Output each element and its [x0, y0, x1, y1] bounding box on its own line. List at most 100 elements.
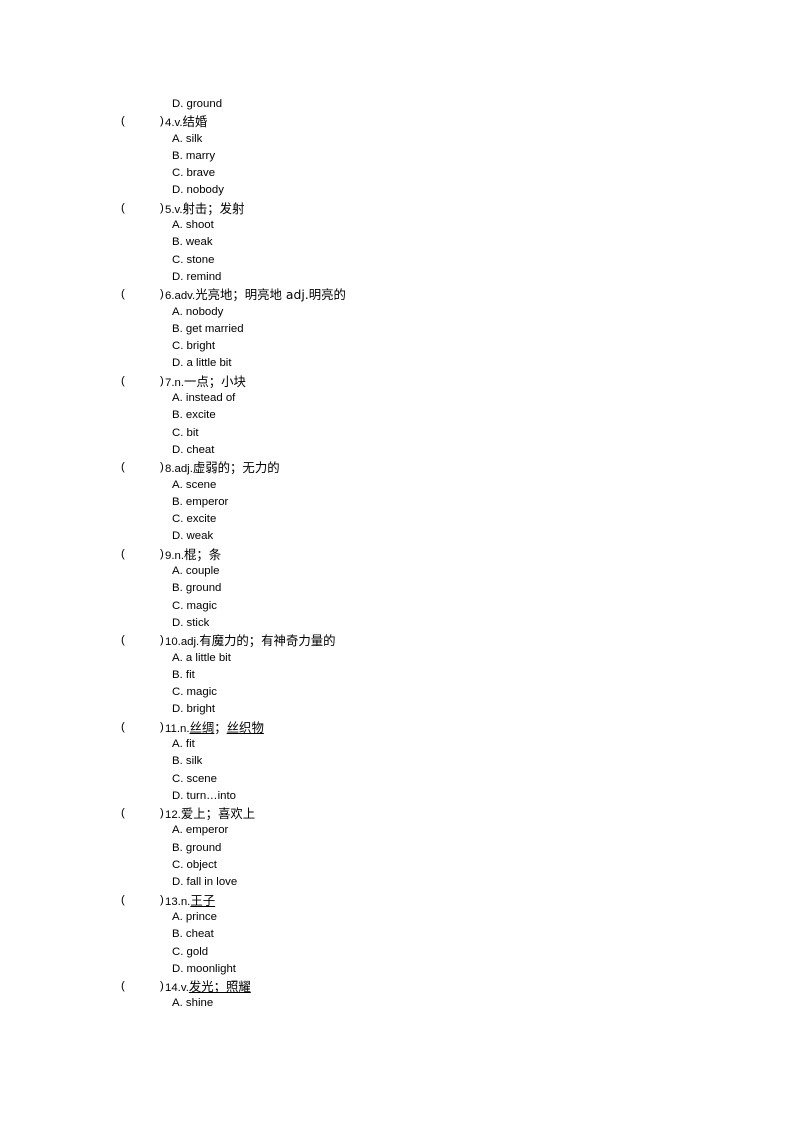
answer-option[interactable]: D. bright	[0, 701, 794, 718]
answer-option[interactable]: A. silk	[0, 131, 794, 148]
question-number: 11.	[165, 722, 180, 735]
chinese-gloss: 有魔力的；有神奇力量的	[199, 633, 336, 649]
answer-option[interactable]: C. stone	[0, 252, 794, 269]
answer-option[interactable]: D. turn…into	[0, 788, 794, 805]
answer-option[interactable]: C. magic	[0, 684, 794, 701]
answer-option[interactable]: B. emperor	[0, 494, 794, 511]
answer-option[interactable]: B. ground	[0, 840, 794, 857]
question-number: 13.	[165, 895, 181, 908]
answer-blank-paren-open[interactable]: (	[121, 200, 125, 217]
question-number: 9.	[165, 549, 175, 562]
answer-blank-paren-close[interactable]: )	[160, 200, 164, 217]
question-stem: () 7.n.一点；小块	[0, 373, 794, 390]
answer-option[interactable]: D. weak	[0, 528, 794, 545]
answer-blank-paren-close[interactable]: )	[160, 286, 164, 303]
option-text: C. gold	[172, 945, 209, 958]
chinese-gloss-underlined: 王子	[190, 892, 216, 908]
answer-blank-paren-open[interactable]: (	[121, 459, 125, 476]
option-text: D. fall in love	[172, 876, 238, 889]
option-text: B. ground	[172, 582, 222, 595]
answer-option[interactable]: B. silk	[0, 753, 794, 770]
answer-option[interactable]: A. couple	[0, 563, 794, 580]
answer-option[interactable]: C. bright	[0, 338, 794, 355]
option-text: D. ground	[172, 98, 223, 110]
answer-option[interactable]: D. stick	[0, 615, 794, 632]
option-text: D. cheat	[172, 443, 215, 456]
chinese-gloss: 棍；条	[184, 546, 222, 562]
answer-blank-paren-close[interactable]: )	[160, 719, 164, 736]
answer-option[interactable]: C. gold	[0, 944, 794, 961]
answer-option[interactable]: A. fit	[0, 736, 794, 753]
question-stem: () 10.adj.有魔力的；有神奇力量的	[0, 632, 794, 649]
answer-option[interactable]: B. fit	[0, 667, 794, 684]
answer-option[interactable]: C. brave	[0, 165, 794, 182]
option-text: A. instead of	[172, 392, 236, 405]
option-text: D. a little bit	[172, 357, 232, 370]
question-number: 8.	[165, 463, 175, 476]
answer-blank-paren-close[interactable]: )	[160, 805, 164, 822]
chinese-gloss: 射击；发射	[182, 200, 245, 216]
answer-blank-paren-close[interactable]: )	[160, 978, 164, 995]
answer-blank-paren-open[interactable]: (	[121, 546, 125, 563]
answer-option[interactable]: A. a little bit	[0, 650, 794, 667]
part-of-speech: v.	[180, 982, 189, 995]
answer-option[interactable]: A. shine	[0, 995, 794, 1012]
answer-blank-paren-close[interactable]: )	[160, 632, 164, 649]
option-text: D. remind	[172, 270, 222, 283]
answer-blank-paren-close[interactable]: )	[160, 546, 164, 563]
answer-blank-paren-close[interactable]: )	[160, 892, 164, 909]
answer-blank-paren-open[interactable]: (	[121, 978, 125, 995]
answer-option[interactable]: D. remind	[0, 269, 794, 286]
answer-blank-paren-close[interactable]: )	[160, 373, 164, 390]
answer-option[interactable]: A. emperor	[0, 822, 794, 839]
answer-option[interactable]: C. magic	[0, 598, 794, 615]
option-text: C. bit	[172, 426, 199, 439]
answer-option[interactable]: B. cheat	[0, 926, 794, 943]
answer-option[interactable]: B. weak	[0, 234, 794, 251]
answer-option[interactable]: A. instead of	[0, 390, 794, 407]
option-text: C. magic	[172, 599, 217, 612]
part-of-speech: n.	[174, 376, 185, 389]
option-text: B. marry	[172, 149, 216, 162]
answer-option[interactable]: B. excite	[0, 407, 794, 424]
answer-blank-paren-close[interactable]: )	[160, 113, 164, 130]
option-text: B. ground	[172, 841, 222, 854]
answer-blank-paren-open[interactable]: (	[121, 632, 125, 649]
answer-option[interactable]: C. scene	[0, 771, 794, 788]
option-text: C. stone	[172, 253, 215, 266]
chinese-gloss: 虚弱的；无力的	[192, 460, 280, 476]
question-stem: () 14.v.发光；照耀	[0, 978, 794, 995]
option-text: D. turn…into	[172, 789, 236, 802]
answer-option[interactable]: B. get married	[0, 321, 794, 338]
answer-option[interactable]: D. a little bit	[0, 355, 794, 372]
question-stem: () 11.n.丝绸；丝织物	[0, 719, 794, 736]
answer-blank-paren-open[interactable]: (	[121, 373, 125, 390]
answer-option[interactable]: A. prince	[0, 909, 794, 926]
answer-blank-paren-open[interactable]: (	[121, 113, 125, 130]
answer-option[interactable]: D. fall in love	[0, 874, 794, 891]
option-text: D. bright	[172, 703, 216, 716]
answer-option[interactable]: B. marry	[0, 148, 794, 165]
answer-blank-paren-open[interactable]: (	[121, 892, 125, 909]
answer-option[interactable]: C. excite	[0, 511, 794, 528]
answer-option[interactable]: A. nobody	[0, 304, 794, 321]
answer-option[interactable]: A. shoot	[0, 217, 794, 234]
answer-blank-paren-open[interactable]: (	[121, 805, 125, 822]
answer-blank-paren-open[interactable]: (	[121, 719, 125, 736]
option-text: B. weak	[172, 236, 213, 249]
chinese-gloss-underlined: 丝织物	[226, 719, 264, 735]
answer-option[interactable]: C. object	[0, 857, 794, 874]
part-of-speech: n.	[174, 549, 185, 562]
answer-option[interactable]: D. cheat	[0, 442, 794, 459]
question-number: 5.	[165, 203, 175, 216]
question-number: 14.	[165, 982, 181, 995]
answer-option[interactable]: C. bit	[0, 425, 794, 442]
question-stem: () 4.v.结婚	[0, 113, 794, 130]
answer-option[interactable]: A. scene	[0, 477, 794, 494]
answer-blank-paren-close[interactable]: )	[160, 459, 164, 476]
answer-blank-paren-open[interactable]: (	[121, 286, 125, 303]
answer-option[interactable]: D. moonlight	[0, 961, 794, 978]
answer-option[interactable]: B. ground	[0, 580, 794, 597]
chinese-gloss: 爱上；喜欢上	[180, 806, 256, 822]
answer-option[interactable]: D. nobody	[0, 182, 794, 199]
